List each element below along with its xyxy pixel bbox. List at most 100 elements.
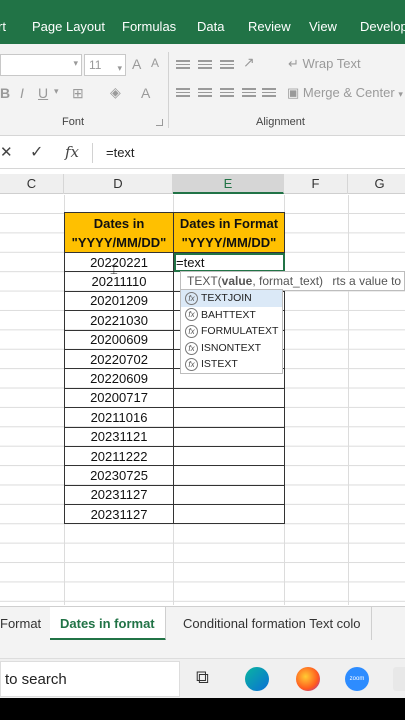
ribbon: ▾ 11 ▾ A A B I U ▾ ⊞ ◈ A Font ↗ ↵ Wrap T…: [0, 44, 405, 136]
bottom-bar: [0, 698, 405, 720]
orientation-icon[interactable]: ↗: [243, 54, 255, 71]
decrease-indent-icon[interactable]: [242, 88, 256, 100]
tab-review[interactable]: Review: [248, 0, 291, 44]
wrap-text-icon: ↵: [288, 56, 299, 71]
date-cell[interactable]: 20220609: [64, 368, 174, 389]
column-header-g[interactable]: G: [348, 174, 405, 194]
cancel-icon[interactable]: ✕: [0, 143, 13, 161]
tab-data[interactable]: Data: [197, 0, 224, 44]
date-cell[interactable]: 20231127: [64, 504, 174, 525]
align-right-icon[interactable]: [220, 88, 234, 100]
header-cell-d[interactable]: Dates in "YYYY/MM/DD": [64, 212, 174, 253]
header-cell-e[interactable]: Dates in Format "YYYY/MM/DD": [173, 212, 285, 253]
edge-browser-icon[interactable]: [245, 667, 269, 691]
header-line: "YYYY/MM/DD": [71, 234, 167, 250]
chevron-down-icon: ▾: [117, 63, 122, 73]
tab-insert[interactable]: rt: [0, 0, 6, 44]
tooltip-func: TEXT(: [187, 274, 222, 288]
autocomplete-item-formulatext[interactable]: fx FORMULATEXT: [181, 323, 282, 340]
taskbar-search-text: to search: [5, 671, 67, 688]
taskbar-search-box[interactable]: to search: [0, 661, 180, 697]
italic-button[interactable]: I: [20, 85, 24, 101]
tooltip-description: rts a value to te: [332, 274, 404, 288]
tab-developer[interactable]: Develop: [360, 0, 405, 44]
format-cell[interactable]: [173, 465, 285, 486]
function-icon: fx: [185, 341, 198, 355]
zoom-icon[interactable]: zoom: [345, 667, 369, 691]
align-left-icon[interactable]: [176, 88, 190, 100]
date-cell[interactable]: 20220702: [64, 348, 174, 370]
group-separator: [168, 52, 169, 128]
font-color-button[interactable]: A: [141, 85, 150, 101]
font-dialog-launcher-icon[interactable]: [156, 119, 163, 126]
date-cell[interactable]: 20200609: [64, 329, 174, 350]
date-cell[interactable]: 20221030: [64, 310, 174, 331]
tab-formulas[interactable]: Formulas: [122, 0, 176, 44]
tab-view[interactable]: View: [309, 0, 337, 44]
sheet-tab-more[interactable]: [392, 607, 405, 641]
column-header-d[interactable]: D: [64, 174, 173, 194]
column-header-c[interactable]: C: [0, 174, 64, 194]
grow-font-button[interactable]: A: [132, 56, 141, 72]
bold-button[interactable]: B: [0, 85, 10, 101]
autocomplete-item-istext[interactable]: fx ISTEXT: [181, 356, 282, 373]
format-cell[interactable]: [173, 484, 285, 506]
sheet-tab-dates-in-format[interactable]: Dates in format: [50, 607, 166, 641]
enter-check-icon[interactable]: ✓: [30, 142, 43, 162]
chevron-down-icon: ▾: [54, 86, 59, 96]
font-name-box[interactable]: ▾: [0, 54, 82, 76]
format-cell[interactable]: [173, 387, 285, 409]
borders-icon[interactable]: ⊞: [72, 85, 84, 102]
wrap-text-button[interactable]: ↵ Wrap Text: [288, 56, 361, 72]
active-cell-e[interactable]: =text: [173, 251, 285, 273]
autocomplete-label: TEXTJOIN: [201, 292, 252, 304]
autocomplete-item-textjoin[interactable]: fx TEXTJOIN: [181, 290, 282, 307]
format-cell[interactable]: [173, 504, 285, 525]
fill-color-icon[interactable]: ◈: [110, 84, 121, 101]
wrap-text-label: Wrap Text: [302, 56, 361, 71]
chevron-down-icon: ▾: [73, 58, 78, 68]
increase-indent-icon[interactable]: [262, 88, 276, 100]
date-cell[interactable]: 20231121: [64, 426, 174, 447]
merge-center-button[interactable]: ▣ Merge & Center ▾: [287, 85, 403, 101]
date-cell[interactable]: 20230725: [64, 465, 174, 486]
date-cell[interactable]: 20211222: [64, 445, 174, 467]
autocomplete-label: ISNONTEXT: [201, 341, 262, 354]
date-cell[interactable]: 20200717: [64, 387, 174, 409]
format-cell[interactable]: [173, 407, 285, 428]
align-bottom-icon[interactable]: [220, 60, 234, 72]
date-cell[interactable]: 20211016: [64, 407, 174, 428]
windows-taskbar: to search ⧉ zoom: [0, 658, 405, 698]
sheet-tab-format[interactable]: Format: [0, 607, 53, 641]
date-cell[interactable]: 20201209: [64, 290, 174, 312]
format-cell[interactable]: [173, 445, 285, 467]
font-size-box[interactable]: 11 ▾: [84, 54, 126, 76]
font-size-value: 11: [89, 58, 102, 72]
merge-center-label: Merge & Center: [302, 85, 395, 100]
date-cell[interactable]: 20220221: [64, 251, 174, 273]
firefox-icon[interactable]: [296, 667, 320, 691]
function-icon: fx: [185, 358, 198, 372]
excel-window: rt Page Layout Formulas Data Review View…: [0, 0, 405, 720]
align-center-icon[interactable]: [198, 88, 212, 100]
column-header-e[interactable]: E: [173, 174, 284, 194]
task-view-icon[interactable]: ⧉: [196, 667, 209, 688]
align-top-icon[interactable]: [176, 60, 190, 72]
underline-button[interactable]: U: [38, 85, 48, 101]
autocomplete-item-isnontext[interactable]: fx ISNONTEXT: [181, 340, 282, 357]
format-cell[interactable]: [173, 426, 285, 447]
column-header-f[interactable]: F: [284, 174, 348, 194]
align-middle-icon[interactable]: [198, 60, 212, 72]
shrink-font-button[interactable]: A: [151, 56, 159, 70]
date-cell[interactable]: 20211110: [64, 271, 174, 292]
date-cell[interactable]: 20231127: [64, 484, 174, 506]
app-icon[interactable]: [393, 667, 405, 691]
header-line: Dates in: [93, 215, 145, 231]
autocomplete-item-bahttext[interactable]: fx BAHTTEXT: [181, 307, 282, 324]
tab-page-layout[interactable]: Page Layout: [32, 0, 105, 44]
sheet-tab-conditional-formation[interactable]: Conditional formation Text colo: [173, 607, 372, 641]
insert-function-icon[interactable]: fx: [65, 143, 79, 161]
alignment-group-label: Alignment: [256, 116, 305, 128]
formula-input[interactable]: =text: [106, 145, 135, 160]
tooltip-args: , format_text): [252, 274, 324, 288]
